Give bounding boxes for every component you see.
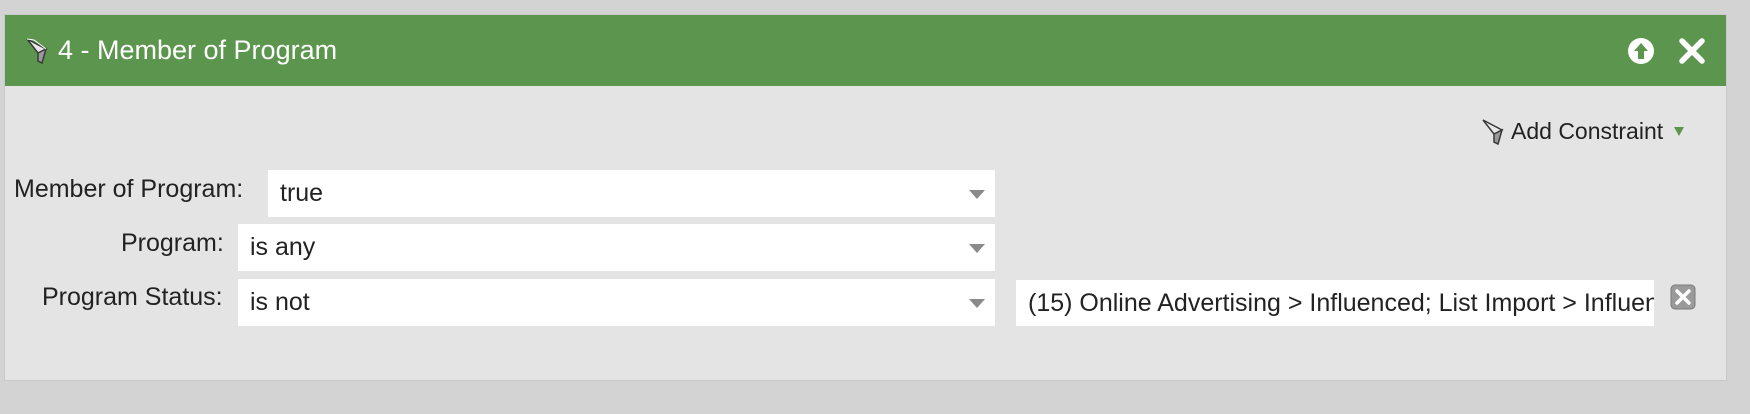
program-status-values-field[interactable]: (15) Online Advertising > Influenced; Li… <box>1016 280 1654 326</box>
remove-value-icon[interactable] <box>1670 284 1696 310</box>
member-of-program-value: true <box>280 179 324 207</box>
program-select[interactable]: is any <box>238 224 995 271</box>
filter-funnel-icon <box>1482 119 1504 146</box>
chevron-down-icon <box>969 244 985 253</box>
add-constraint-label: Add Constraint <box>1511 117 1664 144</box>
filter-header: 4 - Member of Program <box>5 15 1726 86</box>
program-label: Program: <box>121 229 224 257</box>
chevron-down-icon <box>969 190 985 199</box>
background-area <box>0 381 1750 414</box>
member-of-program-select[interactable]: true <box>268 170 995 217</box>
chevron-down-icon <box>969 299 985 308</box>
triangle-down-icon <box>1674 127 1685 136</box>
program-status-values-text: (15) Online Advertising > Influenced; Li… <box>1028 289 1654 317</box>
program-status-label: Program Status: <box>42 283 223 311</box>
program-value: is any <box>250 233 316 261</box>
arrow-up-circle-icon[interactable] <box>1626 36 1656 66</box>
add-constraint-button[interactable]: Add Constraint <box>1480 115 1685 147</box>
member-of-program-label: Member of Program: <box>14 175 244 203</box>
program-status-operator-value: is not <box>250 288 310 316</box>
filter-funnel-icon <box>26 38 48 65</box>
program-status-select[interactable]: is not <box>238 279 995 326</box>
filter-title: 4 - Member of Program <box>58 35 338 65</box>
close-x-icon[interactable] <box>1677 36 1707 66</box>
